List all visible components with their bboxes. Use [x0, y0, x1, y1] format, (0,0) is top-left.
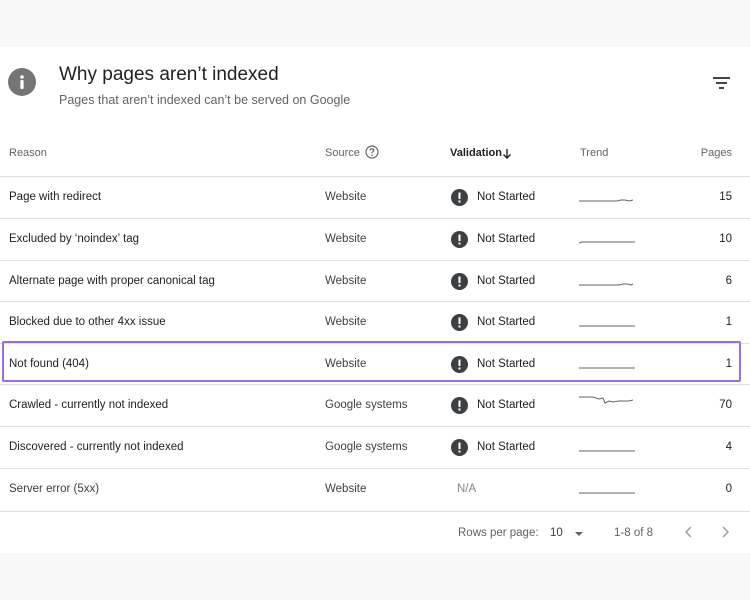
row-source: Website	[325, 275, 367, 287]
exclamation-icon	[451, 439, 468, 456]
row-reason: Not found (404)	[9, 358, 89, 370]
row-pages: 6	[725, 275, 732, 287]
chevron-right-icon	[722, 526, 730, 538]
row-reason: Discovered - currently not indexed	[9, 441, 184, 453]
next-page-button[interactable]	[716, 523, 734, 541]
row-reason: Blocked due to other 4xx issue	[9, 316, 166, 328]
help-icon[interactable]	[365, 145, 379, 159]
row-source: Google systems	[325, 441, 408, 453]
pagination-range: 1-8 of 8	[614, 527, 653, 539]
column-header-trend: Trend	[580, 147, 609, 159]
chevron-left-icon	[684, 526, 692, 538]
exclamation-icon	[451, 356, 468, 373]
rows-per-page-select[interactable]: 10	[548, 523, 588, 543]
table-row[interactable]: Server error (5xx) Website N/A 0	[0, 468, 750, 512]
table-row[interactable]: Excluded by ‘noindex’ tag Website Not St…	[0, 218, 750, 261]
row-reason: Crawled - currently not indexed	[9, 399, 169, 411]
exclamation-icon	[451, 397, 468, 414]
row-source: Website	[325, 316, 367, 328]
exclamation-icon	[451, 273, 468, 290]
row-reason: Alternate page with proper canonical tag	[9, 275, 215, 287]
row-validation: Not Started	[477, 399, 536, 411]
table-row[interactable]: Not found (404) Website Not Started 1	[0, 343, 750, 386]
row-validation: Not Started	[477, 358, 536, 370]
row-validation: Not Started	[477, 191, 536, 203]
row-reason: Page with redirect	[9, 191, 102, 203]
previous-page-button[interactable]	[680, 523, 698, 541]
row-validation: Not Started	[477, 233, 536, 245]
trend-sparkline	[579, 283, 634, 286]
trend-sparkline	[579, 199, 634, 202]
exclamation-icon	[451, 189, 468, 206]
table-row[interactable]: Page with redirect Website Not Started 1…	[0, 176, 750, 219]
sort-arrow-down-icon[interactable]	[502, 147, 512, 159]
row-validation: Not Started	[477, 441, 536, 453]
trend-sparkline	[579, 241, 635, 244]
trend-sparkline	[579, 396, 634, 404]
row-source: Website	[325, 233, 367, 245]
column-header-pages[interactable]: Pages	[701, 147, 732, 159]
column-header-source[interactable]: Source	[325, 147, 360, 159]
column-header-reason[interactable]: Reason	[9, 147, 47, 159]
page-subtitle: Pages that aren’t indexed can’t be serve…	[59, 93, 351, 107]
row-reason: Excluded by ‘noindex’ tag	[9, 233, 139, 245]
row-pages: 10	[719, 233, 732, 245]
row-pages: 1	[725, 358, 732, 370]
trend-sparkline	[579, 450, 635, 452]
exclamation-icon	[451, 314, 468, 331]
trend-sparkline	[579, 367, 635, 369]
trend-sparkline	[579, 325, 635, 327]
row-pages: 4	[725, 441, 732, 453]
row-pages: 15	[719, 191, 732, 203]
rows-per-page-label: Rows per page:	[458, 527, 539, 539]
trend-sparkline	[579, 492, 635, 494]
page-title: Why pages aren’t indexed	[59, 64, 279, 85]
row-source: Website	[325, 358, 367, 370]
row-source: Website	[325, 191, 367, 203]
table-row[interactable]: Crawled - currently not indexed Google s…	[0, 384, 750, 427]
table-row[interactable]: Alternate page with proper canonical tag…	[0, 260, 750, 303]
exclamation-icon	[451, 231, 468, 248]
table-row[interactable]: Discovered - currently not indexed Googl…	[0, 426, 750, 469]
column-header-validation[interactable]: Validation	[450, 147, 502, 159]
row-validation: N/A	[457, 483, 477, 495]
filter-button[interactable]	[708, 72, 736, 94]
row-pages: 70	[719, 399, 732, 411]
row-source: Website	[325, 483, 367, 495]
table-row[interactable]: Blocked due to other 4xx issue Website N…	[0, 301, 750, 344]
info-icon	[8, 68, 36, 96]
row-pages: 0	[725, 483, 732, 495]
filter-icon	[713, 77, 730, 89]
row-pages: 1	[725, 316, 732, 328]
row-source: Google systems	[325, 399, 408, 411]
caret-down-icon	[575, 532, 583, 536]
row-validation: Not Started	[477, 275, 536, 287]
row-reason: Server error (5xx)	[9, 483, 100, 495]
row-validation: Not Started	[477, 316, 536, 328]
rows-per-page-value: 10	[550, 527, 563, 539]
